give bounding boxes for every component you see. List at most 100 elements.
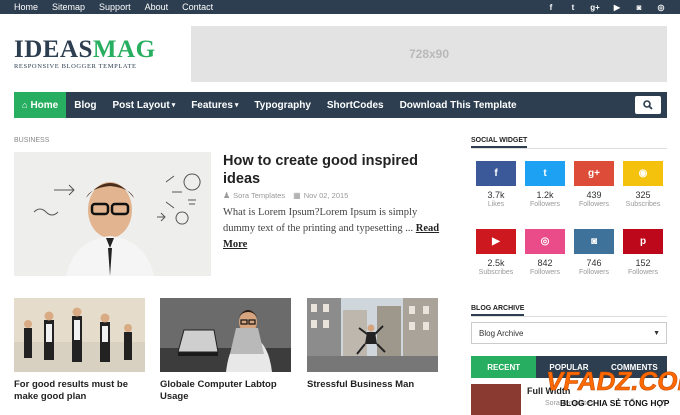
logo-name-a: IDEAS <box>14 36 93 63</box>
nav-item-shortcodes[interactable]: ShortCodes <box>319 92 392 118</box>
header-ad-banner[interactable]: 728x90 <box>191 26 667 82</box>
twitter-icon[interactable]: t <box>562 3 584 12</box>
social-label: Followers <box>579 201 609 208</box>
chevron-down-icon: ▼ <box>653 329 660 337</box>
featured-author[interactable]: Sora Templates <box>233 191 285 200</box>
watermark-logo: VFADZ.COM BLOG CHIA SẺ TỔNG HỢP <box>546 366 680 408</box>
social-counter-instagram[interactable]: ◙ 746 Followers <box>574 229 614 276</box>
recent-post-thumbnail[interactable] <box>471 384 521 415</box>
nav-item-features[interactable]: Features ▾ <box>183 92 246 118</box>
post-card[interactable]: For good results must be make good plan <box>14 298 145 403</box>
post-image[interactable] <box>160 298 291 372</box>
social-label: Likes <box>487 201 505 208</box>
dribbble-icon[interactable]: ◎ <box>650 3 672 12</box>
nav-home-label: Home <box>30 99 59 111</box>
social-count: 439 <box>586 190 602 200</box>
nav-item-typography[interactable]: Typography <box>246 92 318 118</box>
social-label: Followers <box>628 269 658 276</box>
nav-post-layout-label: Post Layout <box>112 99 170 111</box>
social-counter-facebook[interactable]: f 3.7k Likes <box>476 161 516 208</box>
social-count: 325 <box>635 190 651 200</box>
rss-icon: ◉ <box>623 161 663 186</box>
divider <box>471 148 667 149</box>
top-link-home[interactable]: Home <box>14 0 38 14</box>
top-link-sitemap[interactable]: Sitemap <box>52 0 85 14</box>
main-nav: ⌂ Home Blog Post Layout ▾ Features ▾ Typogr… <box>14 92 667 118</box>
chevron-down-icon: ▾ <box>171 102 176 109</box>
pinterest-icon: p <box>623 229 663 254</box>
post-card[interactable]: Globale Computer Labtop Usage <box>160 298 291 403</box>
google-plus-icon: g+ <box>574 161 614 186</box>
social-count: 842 <box>537 258 553 268</box>
blog-archive-heading: BLOG ARCHIVE <box>471 305 525 316</box>
social-label: Subscribes <box>625 201 661 208</box>
facebook-icon: f <box>476 161 516 186</box>
social-count: 1.2k <box>536 190 554 200</box>
nav-item-blog[interactable]: Blog <box>66 92 104 118</box>
twitter-icon: t <box>525 161 565 186</box>
social-counter-google-plus[interactable]: g+ 439 Followers <box>574 161 614 208</box>
nav-typography-label: Typography <box>254 99 311 111</box>
social-label: Followers <box>579 269 609 276</box>
blog-archive-select[interactable]: Blog Archive ▼ <box>471 322 667 344</box>
featured-post-excerpt: What is Lorem Ipsum?Lorem Ipsum is simpl… <box>223 205 448 253</box>
featured-post-title[interactable]: How to create good inspired ideas <box>223 152 453 188</box>
svg-text:VFADZ.COM: VFADZ.COM <box>546 366 680 396</box>
calendar-icon: ▦ <box>293 191 301 200</box>
home-icon: ⌂ <box>22 100 28 110</box>
youtube-icon: ▶ <box>476 229 516 254</box>
top-links: Home Sitemap Support About Contact <box>0 0 227 14</box>
featured-post-image[interactable] <box>14 152 211 276</box>
nav-blog-label: Blog <box>74 99 97 111</box>
top-link-about[interactable]: About <box>145 0 169 14</box>
chevron-down-icon: ▾ <box>234 102 239 109</box>
social-counter-twitter[interactable]: t 1.2k Followers <box>525 161 565 208</box>
featured-date: Nov 02, 2015 <box>303 191 349 200</box>
social-widget-heading: SOCIAL WIDGET <box>471 137 528 148</box>
top-bar: Home Sitemap Support About Contact f t g… <box>0 0 680 14</box>
divider <box>471 316 667 317</box>
social-counter-dribbble[interactable]: ◎ 842 Followers <box>525 229 565 276</box>
section-label[interactable]: BUSINESS <box>14 137 49 144</box>
social-counter-youtube[interactable]: ▶ 2.5k Subscribes <box>476 229 516 276</box>
site-logo[interactable]: IDEASMAG RESPONSIVE BLOGGER TEMPLATE <box>14 36 156 70</box>
archive-select-value: Blog Archive <box>479 328 524 338</box>
google-plus-icon[interactable]: g+ <box>584 3 606 12</box>
social-counter-pinterest[interactable]: p 152 Followers <box>623 229 663 276</box>
facebook-icon[interactable]: f <box>540 3 562 12</box>
ad-size-label: 728x90 <box>408 47 450 61</box>
top-link-support[interactable]: Support <box>99 0 131 14</box>
nav-item-download[interactable]: Download This Template <box>392 92 525 118</box>
nav-download-label: Download This Template <box>399 99 517 111</box>
instagram-icon: ◙ <box>574 229 614 254</box>
nav-item-post-layout[interactable]: Post Layout ▾ <box>104 92 183 118</box>
post-card[interactable]: Stressful Business Man <box>307 298 438 391</box>
post-title[interactable]: Globale Computer Labtop Usage <box>160 379 291 403</box>
nav-item-home[interactable]: ⌂ Home <box>14 92 67 118</box>
post-title[interactable]: For good results must be make good plan <box>14 379 145 403</box>
social-count: 2.5k <box>487 258 505 268</box>
nav-features-label: Features <box>191 99 233 111</box>
social-label: Followers <box>530 269 560 276</box>
top-social-icons: f t g+ ▶ ◙ ◎ <box>540 0 672 14</box>
nav-shortcodes-label: ShortCodes <box>326 99 384 111</box>
tab-recent[interactable]: RECENT <box>471 356 537 378</box>
instagram-icon[interactable]: ◙ <box>628 3 650 12</box>
top-link-contact[interactable]: Contact <box>182 0 213 14</box>
social-label: Subscribes <box>478 269 514 276</box>
search-icon <box>643 100 653 110</box>
featured-excerpt-text: What is Lorem Ipsum?Lorem Ipsum is simpl… <box>223 207 418 234</box>
social-label: Followers <box>530 201 560 208</box>
search-button[interactable] <box>635 96 661 114</box>
social-count: 3.7k <box>487 190 505 200</box>
logo-tagline: RESPONSIVE BLOGGER TEMPLATE <box>14 63 137 70</box>
dribbble-icon: ◎ <box>525 229 565 254</box>
social-counter-rss[interactable]: ◉ 325 Subscribes <box>623 161 663 208</box>
youtube-icon[interactable]: ▶ <box>606 3 628 12</box>
post-title[interactable]: Stressful Business Man <box>307 379 438 391</box>
svg-text:BLOG CHIA SẺ TỔNG HỢP: BLOG CHIA SẺ TỔNG HỢP <box>560 397 670 408</box>
post-image[interactable] <box>14 298 145 372</box>
logo-name-b: MAG <box>92 36 156 63</box>
post-image[interactable] <box>307 298 438 372</box>
social-count: 152 <box>635 258 651 268</box>
